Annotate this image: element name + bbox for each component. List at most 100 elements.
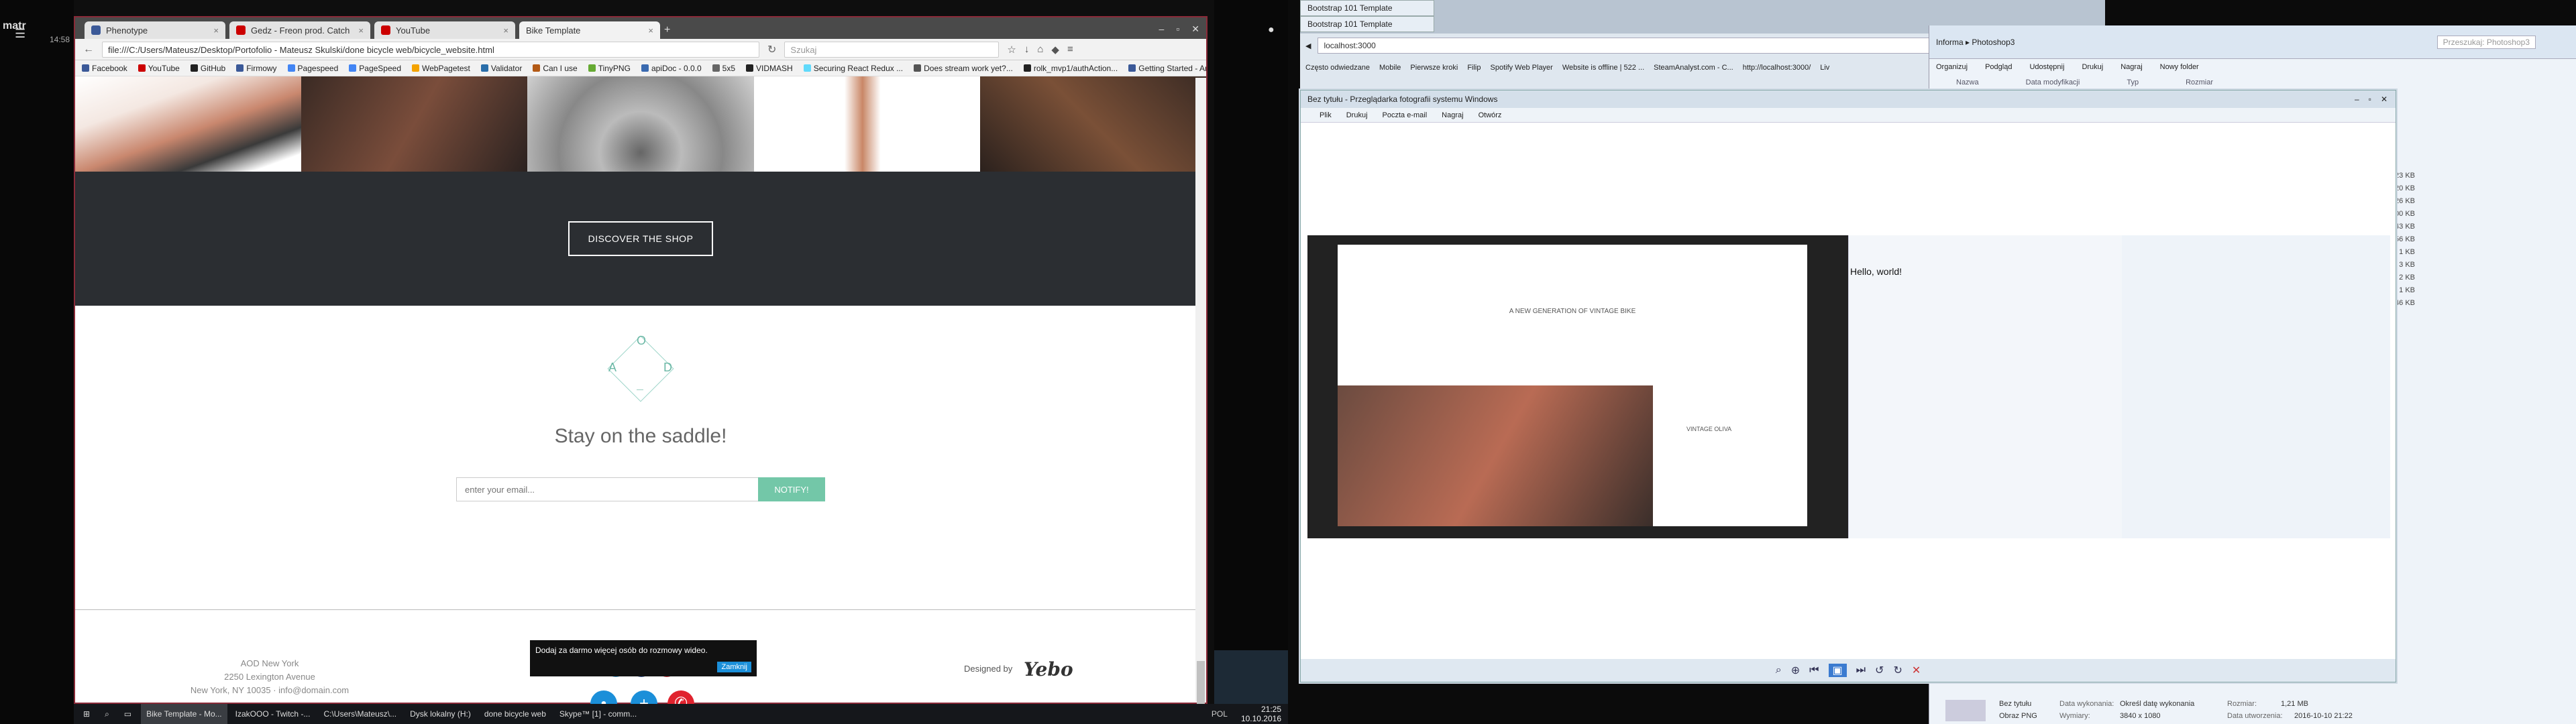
download-icon[interactable]: ↓: [1024, 44, 1030, 55]
firefox-bookmark[interactable]: Website is offline | 522 ...: [1562, 64, 1644, 72]
firefox-bookmark[interactable]: Mobile: [1379, 64, 1401, 72]
language-indicator[interactable]: POL: [1212, 709, 1228, 719]
new-tab-button[interactable]: +: [664, 24, 670, 36]
menu-icon[interactable]: ≡: [1067, 44, 1073, 55]
tab-bootstrap-2[interactable]: Bootstrap 101 Template: [1300, 16, 1434, 32]
star-icon[interactable]: ☆: [1007, 44, 1016, 56]
bookmark-item[interactable]: Pagespeed: [287, 64, 338, 73]
viewer-menu-item[interactable]: Nagraj: [1442, 111, 1463, 119]
previous-icon[interactable]: ⏮: [1809, 664, 1819, 676]
email-input[interactable]: [456, 477, 758, 501]
tab-youtube[interactable]: YouTube ×: [374, 21, 515, 39]
taskbar-app[interactable]: Bike Template - Mo...: [141, 704, 227, 724]
minimize-icon[interactable]: –: [1159, 23, 1165, 35]
taskbar-app[interactable]: done bicycle web: [479, 704, 551, 724]
taskbar-clock[interactable]: 21:25 10.10.2016: [1241, 705, 1288, 723]
bookmark-item[interactable]: TinyPNG: [588, 64, 631, 73]
chat-icon[interactable]: ●: [1268, 24, 1275, 36]
explorer-search[interactable]: Przeszukaj: Photoshop3: [2436, 35, 2536, 49]
maximize-icon[interactable]: ▫: [1176, 23, 1179, 35]
taskbar-app[interactable]: IzakOOO - Twitch -...: [230, 704, 316, 724]
back-icon[interactable]: ◀: [1305, 42, 1311, 50]
firefox-bookmark[interactable]: Często odwiedzane: [1305, 64, 1370, 72]
taken-value[interactable]: Określ datę wykonania: [2120, 700, 2194, 708]
notify-button[interactable]: NOTIFY!: [758, 477, 825, 501]
zoom-icon[interactable]: ⌕: [1776, 664, 1782, 676]
bookmark-item[interactable]: Validator: [480, 64, 522, 73]
close-icon[interactable]: ×: [358, 25, 364, 36]
rotate-right-icon[interactable]: ↻: [1893, 664, 1902, 677]
taskbar-app[interactable]: Dysk lokalny (H:): [405, 704, 476, 724]
firefox-bookmark[interactable]: Pierwsze kroki: [1410, 64, 1458, 72]
close-icon[interactable]: ✕: [2381, 95, 2387, 104]
bookmark-item[interactable]: Can I use: [533, 64, 578, 73]
search-field[interactable]: Szukaj: [784, 41, 1000, 58]
explorer-path[interactable]: Informa ▸ Photoshop3: [1936, 38, 2015, 47]
minimize-icon[interactable]: –: [2355, 95, 2359, 104]
column-header[interactable]: Data modyfikacji: [2026, 78, 2080, 86]
column-header[interactable]: Nazwa: [1956, 78, 1979, 86]
page-scrollbar[interactable]: [1195, 78, 1206, 721]
home-icon[interactable]: ⌂: [1037, 44, 1043, 55]
tab-bike-template[interactable]: Bike Template ×: [519, 21, 660, 39]
delete-icon[interactable]: ✕: [1912, 664, 1921, 677]
tab-bootstrap-1[interactable]: Bootstrap 101 Template: [1300, 0, 1434, 16]
search-icon[interactable]: ⌕: [99, 704, 115, 724]
tab-gedz[interactable]: Gedz - Freon prod. Catch ×: [229, 21, 370, 39]
bookmark-item[interactable]: Does stream work yet?...: [914, 64, 1013, 73]
rotate-left-icon[interactable]: ↺: [1875, 664, 1884, 677]
maximize-icon[interactable]: ▫: [2369, 95, 2371, 104]
bookmark-item[interactable]: Getting Started - Andr...: [1128, 64, 1206, 73]
explorer-command[interactable]: Organizuj: [1936, 63, 1968, 71]
explorer-command[interactable]: Podgląd: [1985, 63, 2012, 71]
menu-icon[interactable]: ☰: [15, 27, 25, 41]
fit-icon[interactable]: ⊕: [1791, 664, 1800, 677]
bookmark-item[interactable]: YouTube: [138, 64, 180, 73]
bookmark-item[interactable]: GitHub: [190, 64, 225, 73]
viewer-menu-item[interactable]: Drukuj: [1346, 111, 1368, 119]
bookmark-item[interactable]: Facebook: [82, 64, 127, 73]
close-icon[interactable]: ×: [503, 25, 508, 36]
firefox-bookmark[interactable]: Filip: [1467, 64, 1481, 72]
explorer-command[interactable]: Udostępnij: [2029, 63, 2064, 71]
bookmark-item[interactable]: rolk_mvp1/authAction...: [1023, 64, 1118, 73]
close-icon[interactable]: ✕: [1191, 23, 1199, 35]
bookmark-item[interactable]: PageSpeed: [349, 64, 401, 73]
viewer-menu-item[interactable]: Poczta e-mail: [1383, 111, 1428, 119]
viewer-menu-item[interactable]: Plik: [1320, 111, 1332, 119]
explorer-command[interactable]: Nowy folder: [2160, 63, 2199, 71]
bookmark-item[interactable]: Firmowy: [236, 64, 277, 73]
firefox-bookmark[interactable]: Spotify Web Player: [1491, 64, 1553, 72]
column-header[interactable]: Rozmiar: [2186, 78, 2213, 86]
close-icon[interactable]: ×: [213, 25, 219, 36]
bookmark-item[interactable]: WebPagetest: [412, 64, 470, 73]
url-field[interactable]: file:///C:/Users/Mateusz/Desktop/Portofo…: [102, 41, 759, 58]
shield-icon[interactable]: ◆: [1051, 44, 1059, 56]
saddle-heading: Stay on the saddle!: [554, 425, 727, 447]
explorer-command[interactable]: Nagraj: [2121, 63, 2142, 71]
next-icon[interactable]: ⏭: [1856, 664, 1866, 676]
popup-close-button[interactable]: Zamknij: [717, 662, 751, 672]
explorer-command[interactable]: Drukuj: [2082, 63, 2103, 71]
clock-time: 21:25: [1260, 705, 1281, 714]
firefox-bookmark[interactable]: http://localhost:3000/: [1743, 64, 1811, 72]
bookmark-item[interactable]: 5x5: [712, 64, 735, 73]
firefox-bookmark[interactable]: Liv: [1820, 64, 1829, 72]
discover-shop-button[interactable]: DISCOVER THE SHOP: [568, 221, 714, 256]
close-icon[interactable]: ×: [648, 25, 653, 36]
start-icon[interactable]: ⊞: [78, 704, 95, 724]
task-view-icon[interactable]: ▭: [119, 704, 137, 724]
slideshow-icon[interactable]: ▣: [1828, 664, 1847, 677]
back-icon[interactable]: ←: [83, 44, 94, 56]
bookmark-item[interactable]: apiDoc - 0.0.0: [641, 64, 702, 73]
viewer-menu-item[interactable]: Otwórz: [1479, 111, 1502, 119]
tab-phenotype[interactable]: Phenotype ×: [85, 21, 225, 39]
column-header[interactable]: Typ: [2127, 78, 2139, 86]
designer-logo[interactable]: Yebo: [1024, 658, 1073, 680]
firefox-bookmark[interactable]: SteamAnalyst.com - C...: [1654, 64, 1733, 72]
bookmark-item[interactable]: Securing React Redux ...: [803, 64, 903, 73]
bookmark-item[interactable]: VIDMASH: [746, 64, 793, 73]
taskbar-app[interactable]: C:\Users\Mateusz\...: [318, 704, 402, 724]
taskbar-app[interactable]: Skype™ [1] - comm...: [554, 704, 642, 724]
refresh-icon[interactable]: ↻: [767, 43, 776, 56]
